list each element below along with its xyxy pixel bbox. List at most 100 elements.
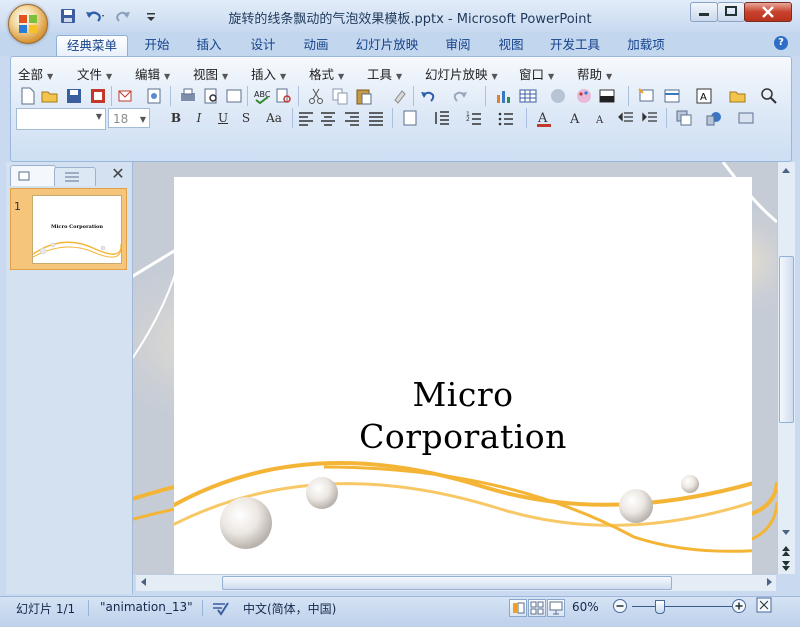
research-icon[interactable] (274, 86, 294, 106)
zoom-slider-thumb[interactable] (655, 600, 665, 614)
fit-to-window-icon[interactable] (756, 597, 772, 613)
numbering-icon[interactable]: 12 (464, 108, 484, 128)
tab-add-ins[interactable]: 加载项 (620, 35, 672, 55)
tab-classic-menu[interactable]: 经典菜单 (56, 35, 128, 56)
bullets-icon[interactable] (496, 108, 516, 128)
slide-sorter-view-button[interactable] (528, 599, 546, 617)
cut-icon[interactable] (306, 86, 326, 106)
zoom-out-icon[interactable] (612, 598, 628, 614)
bold-button[interactable]: B (168, 109, 184, 127)
normal-view-button[interactable] (509, 599, 527, 617)
shadow-button[interactable]: S (238, 109, 254, 127)
slide-view-icon[interactable] (224, 86, 244, 106)
insert-chart-icon[interactable] (494, 86, 514, 106)
menu-view[interactable]: 视图 ▼ (193, 64, 228, 82)
print-preview-icon[interactable] (201, 86, 221, 106)
scroll-down-icon[interactable] (780, 527, 792, 537)
save-icon[interactable] (60, 7, 76, 25)
tab-home[interactable]: 开始 (136, 35, 178, 55)
print-icon[interactable] (178, 86, 198, 106)
horizontal-scroll-thumb[interactable] (222, 576, 672, 590)
new-slide-icon[interactable] (636, 86, 656, 106)
change-case-button[interactable]: Aa (261, 109, 287, 127)
slides-tab[interactable] (10, 165, 56, 186)
zoom-slider-track[interactable] (632, 606, 732, 607)
menu-edit[interactable]: 编辑 ▼ (135, 64, 170, 82)
color-palette-icon[interactable] (574, 86, 594, 106)
zoom-level[interactable]: 60% (572, 600, 599, 616)
menu-tools[interactable]: 工具 ▼ (367, 64, 402, 82)
menu-window[interactable]: 窗口 ▼ (519, 64, 554, 82)
insert-table-icon[interactable] (518, 86, 538, 106)
shrink-font-icon[interactable]: A (592, 108, 612, 128)
previous-slide-icon[interactable] (780, 545, 792, 557)
menu-file[interactable]: 文件 ▼ (77, 64, 112, 82)
copy-icon[interactable] (330, 86, 350, 106)
redo-icon[interactable] (450, 86, 470, 106)
shape-fill-icon[interactable] (736, 108, 756, 128)
menu-format[interactable]: 格式 ▼ (309, 64, 344, 82)
scroll-up-icon[interactable] (780, 165, 792, 175)
scroll-left-icon[interactable] (139, 577, 149, 587)
menu-all[interactable]: 全部 ▼ (18, 64, 53, 82)
undo-icon[interactable] (418, 86, 438, 106)
italic-button[interactable]: I (191, 109, 207, 127)
undo-icon[interactable] (84, 7, 106, 25)
tab-design[interactable]: 设计 (242, 35, 284, 55)
line-spacing-icon[interactable] (432, 108, 452, 128)
zoom-in-icon[interactable] (731, 598, 747, 614)
scroll-right-icon[interactable] (764, 577, 774, 587)
tab-review[interactable]: 审阅 (437, 35, 479, 55)
redo-icon[interactable] (116, 7, 132, 25)
publish-icon[interactable] (144, 86, 164, 106)
next-slide-icon[interactable] (780, 560, 792, 572)
pane-close-icon[interactable]: ✕ (110, 166, 126, 182)
menu-slide-show[interactable]: 幻灯片放映 ▼ (425, 64, 498, 82)
close-button[interactable] (744, 2, 792, 22)
tab-insert[interactable]: 插入 (188, 35, 230, 55)
save-icon[interactable] (64, 86, 84, 106)
format-painter-icon[interactable] (390, 86, 410, 106)
office-button[interactable] (8, 4, 48, 44)
grow-font-icon[interactable]: A (568, 108, 588, 128)
grayscale-icon[interactable] (597, 86, 617, 106)
font-color-icon[interactable]: A (534, 108, 554, 128)
slide-canvas[interactable]: Micro Corporation (174, 177, 752, 577)
slide-title[interactable]: Micro Corporation (174, 374, 752, 458)
text-direction-icon[interactable] (400, 108, 420, 128)
decrease-indent-icon[interactable] (616, 108, 636, 128)
outline-tab[interactable] (54, 167, 96, 186)
email-icon[interactable] (116, 86, 136, 106)
tab-view[interactable]: 视图 (490, 35, 532, 55)
menu-insert[interactable]: 插入 ▼ (251, 64, 286, 82)
menu-help[interactable]: 帮助 ▼ (577, 64, 612, 82)
clip-art-icon[interactable] (548, 86, 568, 106)
vertical-scroll-thumb[interactable] (779, 256, 794, 423)
help-icon[interactable]: ? (774, 36, 788, 50)
align-center-icon[interactable] (318, 108, 338, 128)
tab-animations[interactable]: 动画 (295, 35, 337, 55)
zoom-icon[interactable] (759, 86, 779, 106)
justify-icon[interactable] (366, 108, 386, 128)
slide-show-view-button[interactable] (547, 599, 565, 617)
paste-icon[interactable] (354, 86, 374, 106)
open-folder-icon[interactable] (40, 86, 60, 106)
text-box-icon[interactable]: A (694, 86, 714, 106)
customize-qat-icon[interactable] (146, 7, 156, 25)
slide-thumbnail[interactable]: Micro Corporation (32, 195, 122, 264)
slide-design-icon[interactable] (662, 86, 682, 106)
minimize-button[interactable] (690, 2, 718, 22)
align-right-icon[interactable] (342, 108, 362, 128)
tab-slide-show[interactable]: 幻灯片放映 (350, 35, 424, 55)
align-left-icon[interactable] (296, 108, 316, 128)
spell-check-icon[interactable] (210, 598, 230, 616)
increase-indent-icon[interactable] (640, 108, 660, 128)
permission-icon[interactable] (88, 86, 108, 106)
arrange-icon[interactable] (674, 108, 694, 128)
font-name-dropdown[interactable]: ▼ (16, 108, 106, 130)
folder-icon[interactable] (728, 86, 748, 106)
maximize-button[interactable] (717, 2, 745, 22)
shapes-icon[interactable] (704, 108, 724, 128)
font-size-dropdown[interactable]: 18 ▼ (108, 108, 150, 128)
underline-button[interactable]: U (215, 109, 231, 127)
